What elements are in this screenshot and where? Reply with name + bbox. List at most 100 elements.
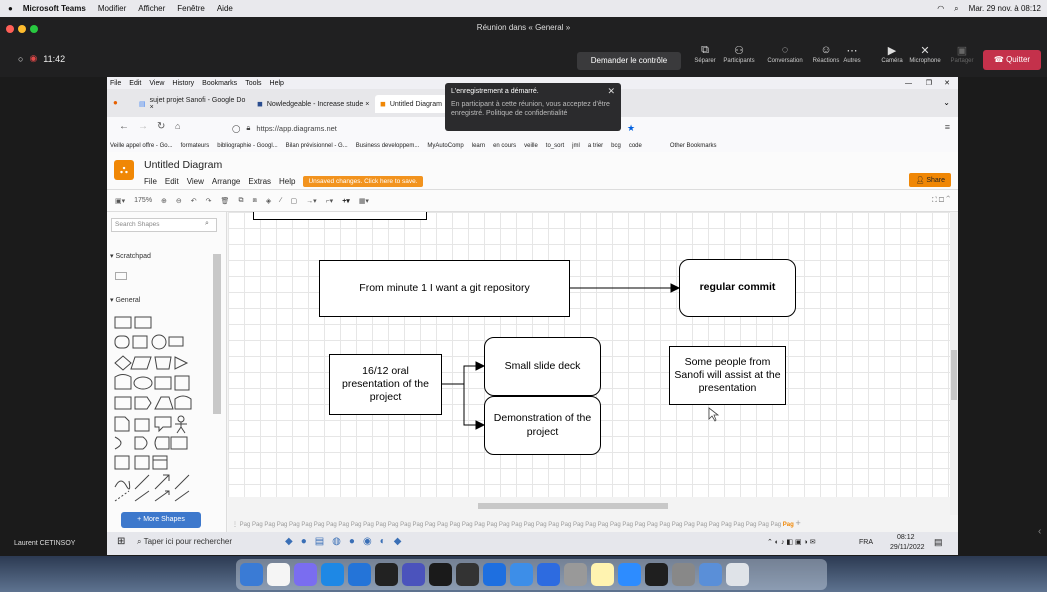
dock-finder-window-icon[interactable] — [699, 563, 722, 586]
page-tab[interactable]: Pag — [240, 522, 252, 528]
page-tab[interactable]: Pag — [351, 522, 363, 528]
system-tray-icons[interactable]: ⌃ ◐ ♪ ◧ ▣ ◑ ✉ — [767, 538, 816, 546]
page-tab[interactable]: Pag — [659, 522, 671, 528]
dock-chrome-icon[interactable] — [510, 563, 533, 586]
page-tab[interactable]: Pag — [721, 522, 733, 528]
wifi-icon[interactable]: ◠ — [937, 4, 944, 13]
to-front-icon[interactable]: ⧉ — [238, 197, 243, 205]
browser-menu-edit[interactable]: Edit — [129, 80, 141, 87]
page-tab[interactable]: Pag — [758, 522, 770, 528]
redo-icon[interactable]: ↷ — [206, 197, 212, 205]
tab-untitled-diagram[interactable]: ◼ Untitled Diagram — [375, 95, 455, 113]
keyboard-language[interactable]: FRA — [859, 539, 873, 546]
page-tab[interactable]: Pag — [647, 522, 659, 528]
drawio-menu-arrange[interactable]: Arrange — [212, 177, 240, 186]
browser-menu-tools[interactable]: Tools — [245, 80, 261, 87]
apple-icon[interactable]: ● — [8, 4, 13, 13]
dock-terminal-icon[interactable] — [375, 563, 398, 586]
unsaved-changes-button[interactable]: Unsaved changes. Click here to save. — [303, 176, 423, 187]
page-tab[interactable]: Pag — [709, 522, 721, 528]
page-tab[interactable]: Pag — [511, 522, 523, 528]
line-color-icon[interactable]: ∕ — [280, 197, 281, 204]
page-tab[interactable]: Pag — [450, 522, 462, 528]
delete-icon[interactable]: 🗑︎ — [221, 197, 230, 205]
dock-activity-monitor-icon[interactable] — [645, 563, 668, 586]
dock-notes-icon[interactable] — [591, 563, 614, 586]
page-tab[interactable]: Pag — [462, 522, 474, 528]
bookmark-0[interactable]: Veille appel offre - Go... — [110, 143, 173, 149]
drawio-menu-view[interactable]: View — [187, 177, 204, 186]
leave-meeting-button[interactable]: ☎ Quitter — [983, 50, 1041, 70]
menu-icon[interactable]: ≡ — [945, 122, 950, 132]
bookmark-10[interactable]: jml — [572, 143, 580, 149]
fullscreen-icon[interactable]: ⛶ ▢ ⌃ — [932, 197, 950, 205]
back-icon[interactable]: ← — [119, 121, 129, 132]
close-icon[interactable]: ✕ — [607, 86, 615, 97]
scratchpad-item[interactable] — [115, 272, 127, 280]
page-tab[interactable]: Pag — [375, 522, 387, 528]
page-tab[interactable]: Pag — [746, 522, 758, 528]
taskbar-time[interactable]: 08:12 — [897, 534, 915, 541]
bookmark-11[interactable]: a trier — [588, 143, 603, 149]
zoom-out-icon[interactable]: ⊖ — [176, 197, 182, 205]
tab-nowledgeable[interactable]: ◼ Nowledgeable - Increase stude × — [252, 95, 370, 113]
drawio-menu-help[interactable]: Help — [279, 177, 295, 186]
page-tab[interactable]: Pag — [314, 522, 326, 528]
share-screen-button[interactable]: ▣ Partager — [940, 44, 984, 64]
dock-finder-icon[interactable] — [240, 563, 263, 586]
drawio-menu-edit[interactable]: Edit — [165, 177, 179, 186]
page-tab[interactable]: Pag — [252, 522, 264, 528]
scratchpad-header[interactable]: ▾ Scratchpad — [110, 252, 151, 260]
bookmark-other[interactable]: Other Bookmarks — [670, 143, 717, 149]
bookmark-13[interactable]: code — [629, 143, 642, 149]
dock-vscode-icon[interactable] — [348, 563, 371, 586]
active-page-tab[interactable]: Pag — [783, 522, 794, 528]
page-tab[interactable]: Pag — [487, 522, 499, 528]
zoom-in-icon[interactable]: ⊕ — [161, 197, 167, 205]
dock-pycharm-icon[interactable] — [429, 563, 452, 586]
chat-button[interactable]: ◌ Conversation — [763, 44, 807, 64]
bookmark-5[interactable]: MyAutoComp — [427, 143, 463, 149]
bookmark-9[interactable]: to_sort — [546, 143, 564, 149]
zoom-select[interactable]: 175% — [134, 197, 152, 204]
bookmark-star-icon[interactable]: ★ — [627, 123, 635, 134]
menubar-item-aide[interactable]: Aide — [217, 4, 233, 13]
dock-remote-icon[interactable] — [537, 563, 560, 586]
page-tab[interactable]: Pag — [425, 522, 437, 528]
view-toggle-icon[interactable]: ▣▾ — [115, 197, 125, 205]
restore-icon[interactable]: ❐ — [926, 79, 932, 87]
page-tab[interactable]: Pag — [770, 522, 782, 528]
page-tab[interactable]: Pag — [672, 522, 684, 528]
home-icon[interactable]: ⌂ — [175, 121, 180, 131]
menubar-item-afficher[interactable]: Afficher — [138, 4, 165, 13]
tab-sanofi[interactable]: ▤ sujet projet Sanofi - Google Do × — [134, 95, 246, 113]
sidebar-scrollbar[interactable] — [213, 254, 221, 414]
bookmark-1[interactable]: formateurs — [181, 143, 210, 149]
page-tab[interactable]: Pag — [684, 522, 696, 528]
firefox-icon[interactable]: ● — [113, 98, 118, 107]
minimize-icon[interactable]: — — [905, 80, 912, 87]
close-icon[interactable]: ✕ — [944, 79, 950, 87]
page-tab[interactable]: Pag — [264, 522, 276, 528]
page-tab[interactable]: Pag — [610, 522, 622, 528]
canvas-horizontal-scrollbar[interactable] — [228, 497, 950, 515]
participants-button[interactable]: ⚇ Participants — [717, 44, 761, 64]
menubar-app-name[interactable]: Microsoft Teams — [23, 4, 86, 13]
general-shapes-palette[interactable] — [113, 315, 203, 505]
undo-icon[interactable]: ↶ — [191, 197, 197, 205]
search-shapes-input[interactable]: Search Shapes — [111, 218, 217, 232]
page-tab[interactable]: Pag — [437, 522, 449, 528]
forward-icon[interactable]: → — [138, 121, 148, 132]
diagram-title[interactable]: Untitled Diagram — [144, 159, 222, 171]
taskbar-date[interactable]: 29/11/2022 — [890, 544, 925, 551]
notification-icon[interactable]: ▤ — [934, 537, 943, 548]
page-tab[interactable]: Pag — [363, 522, 375, 528]
waypoints-icon[interactable]: ⌐▾ — [326, 197, 334, 205]
menubar-item-fenetre[interactable]: Fenêtre — [177, 4, 205, 13]
insert-icon[interactable]: +▾ — [342, 197, 350, 205]
bookmark-2[interactable]: bibliographie - Googl... — [217, 143, 277, 149]
request-control-button[interactable]: Demander le contrôle — [577, 52, 681, 70]
more-button[interactable]: ⋯ Autres — [830, 44, 874, 64]
page-tab[interactable]: Pag — [474, 522, 486, 528]
page-tab[interactable]: Pag — [412, 522, 424, 528]
